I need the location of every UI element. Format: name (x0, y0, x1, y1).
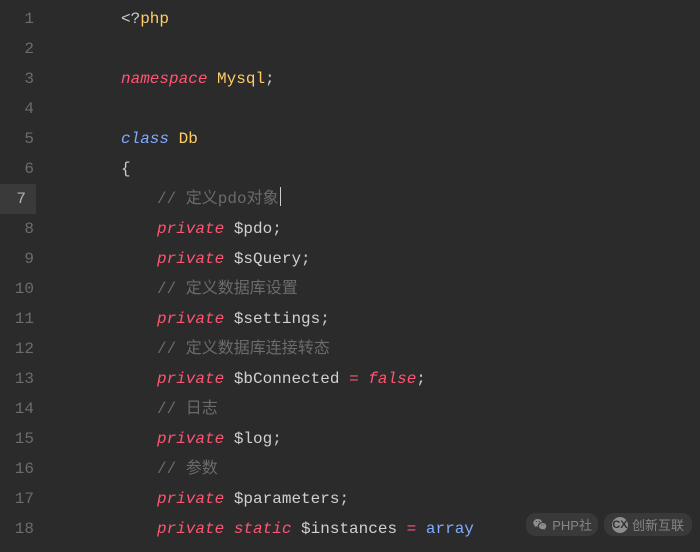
code-line[interactable]: private static $instances = array (121, 514, 700, 544)
code-token: namespace (121, 70, 207, 88)
code-token (339, 370, 349, 388)
code-token: $settings (234, 310, 320, 328)
code-token: ; (272, 220, 282, 238)
code-token: array (426, 520, 474, 538)
code-token: $parameters (234, 490, 340, 508)
code-token: { (121, 160, 131, 178)
code-editor[interactable]: 123456789101112131415161718 <?phpnamespa… (0, 0, 700, 552)
line-number: 11 (0, 304, 34, 334)
code-token: Mysql (217, 70, 265, 88)
code-token: private (157, 220, 224, 238)
code-token: class (121, 130, 169, 148)
line-number: 17 (0, 484, 34, 514)
code-line[interactable]: { (121, 154, 700, 184)
code-token: ; (339, 490, 349, 508)
code-line[interactable]: // 日志 (121, 394, 700, 424)
code-token (397, 520, 407, 538)
code-token: $log (234, 430, 272, 448)
code-token (169, 130, 179, 148)
code-token: ; (416, 370, 426, 388)
code-token: Db (179, 130, 198, 148)
code-line[interactable] (121, 94, 700, 124)
code-token (224, 220, 234, 238)
code-line[interactable] (121, 34, 700, 64)
line-number: 2 (0, 34, 34, 64)
code-line[interactable]: private $sQuery; (121, 244, 700, 274)
code-token: // 定义数据库设置 (157, 280, 298, 298)
code-token (224, 250, 234, 268)
code-token (224, 310, 234, 328)
code-line[interactable]: class Db (121, 124, 700, 154)
code-token: // 日志 (157, 400, 218, 418)
code-area[interactable]: <?php namespace Mysql; class Db { // 定义pdo对象… (44, 4, 700, 552)
code-token: php (140, 10, 169, 28)
code-token: ; (272, 430, 282, 448)
code-token (224, 520, 234, 538)
code-token: private (157, 250, 224, 268)
code-token (207, 70, 217, 88)
code-line[interactable]: // 定义数据库连接转态 (121, 334, 700, 364)
code-line[interactable]: private $bConnected = false; (121, 364, 700, 394)
code-token: <? (121, 10, 140, 28)
line-number: 14 (0, 394, 34, 424)
code-token: = (407, 520, 417, 538)
code-line[interactable]: private $pdo; (121, 214, 700, 244)
code-token (359, 370, 369, 388)
code-token: $sQuery (234, 250, 301, 268)
text-cursor (280, 187, 281, 206)
code-token: $pdo (234, 220, 272, 238)
code-token: // 参数 (157, 460, 218, 478)
code-token: private (157, 310, 224, 328)
line-number-gutter: 123456789101112131415161718 (0, 4, 44, 552)
code-token: // 定义数据库连接转态 (157, 340, 330, 358)
code-token (224, 370, 234, 388)
line-number: 5 (0, 124, 34, 154)
line-number: 7 (0, 184, 36, 214)
code-line[interactable]: // 定义数据库设置 (121, 274, 700, 304)
line-number: 6 (0, 154, 34, 184)
code-token: = (349, 370, 359, 388)
code-token (224, 490, 234, 508)
line-number: 16 (0, 454, 34, 484)
code-token: // 定义pdo对象 (157, 190, 279, 208)
code-token (416, 520, 426, 538)
code-token: $bConnected (234, 370, 340, 388)
line-number: 15 (0, 424, 34, 454)
code-token: static (234, 520, 292, 538)
code-token: private (157, 520, 224, 538)
line-number: 4 (0, 94, 34, 124)
code-token: private (157, 490, 224, 508)
code-line[interactable]: private $settings; (121, 304, 700, 334)
code-token: private (157, 430, 224, 448)
code-line[interactable]: private $log; (121, 424, 700, 454)
code-token: ; (265, 70, 275, 88)
code-token: ; (301, 250, 311, 268)
code-token: false (368, 370, 416, 388)
line-number: 12 (0, 334, 34, 364)
code-token: private (157, 370, 224, 388)
code-token (224, 430, 234, 448)
code-line[interactable]: // 定义pdo对象 (121, 184, 700, 214)
code-token: $instances (301, 520, 397, 538)
line-number: 3 (0, 64, 34, 94)
line-number: 1 (0, 4, 34, 34)
code-line[interactable]: private $parameters; (121, 484, 700, 514)
line-number: 10 (0, 274, 34, 304)
line-number: 13 (0, 364, 34, 394)
code-token (291, 520, 301, 538)
code-line[interactable]: namespace Mysql; (121, 64, 700, 94)
code-token: ; (320, 310, 330, 328)
code-line[interactable]: <?php (121, 4, 700, 34)
line-number: 9 (0, 244, 34, 274)
line-number: 8 (0, 214, 34, 244)
code-line[interactable]: // 参数 (121, 454, 700, 484)
line-number: 18 (0, 514, 34, 544)
